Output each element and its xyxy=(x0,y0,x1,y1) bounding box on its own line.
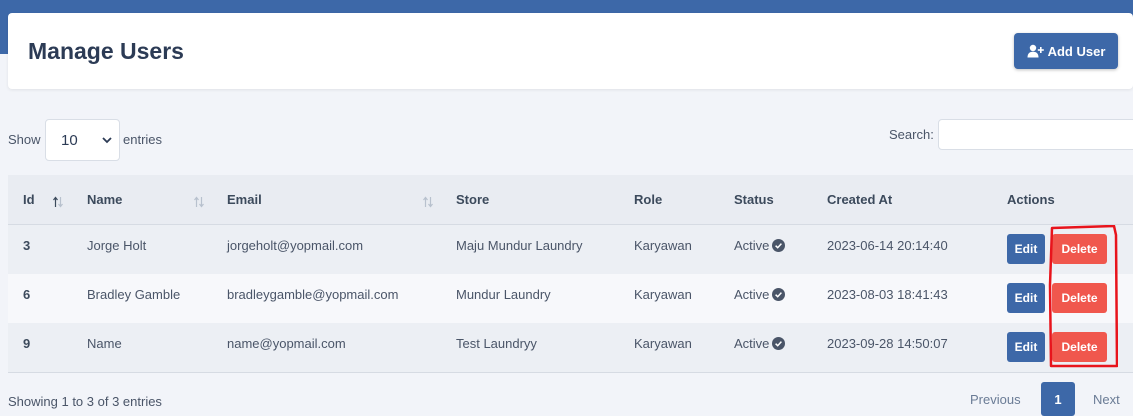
cell-store: Mundur Laundry xyxy=(456,287,551,302)
check-circle-icon xyxy=(772,337,786,350)
search-input[interactable] xyxy=(938,119,1133,150)
cell-status: Active xyxy=(734,287,786,302)
add-user-button-label: Add User xyxy=(1047,43,1106,59)
column-header-role: Role xyxy=(634,192,663,207)
edit-button[interactable]: Edit xyxy=(1007,234,1045,264)
cell-email: bradleygamble@yopmail.com xyxy=(227,287,399,302)
cell-id: 6 xyxy=(23,287,31,302)
table-row: 6 Bradley Gamble bradleygamble@yopmail.c… xyxy=(8,274,1133,323)
cell-name: Jorge Holt xyxy=(87,238,147,253)
chevron-down-icon xyxy=(102,137,112,144)
search-label: Search: xyxy=(889,127,934,142)
cell-role: Karyawan xyxy=(634,238,692,253)
cell-id: 9 xyxy=(23,336,31,351)
pagination-previous[interactable]: Previous xyxy=(970,392,1021,407)
check-circle-icon xyxy=(772,288,786,301)
add-user-button[interactable]: Add User xyxy=(1014,33,1118,69)
cell-role: Karyawan xyxy=(634,336,692,351)
cell-role: Karyawan xyxy=(634,287,692,302)
cell-name: Bradley Gamble xyxy=(87,287,181,302)
column-header-status: Status xyxy=(734,192,774,207)
page-header: Manage Users Add User xyxy=(8,13,1133,89)
cell-store: Test Laundryy xyxy=(456,336,537,351)
users-table: Id Name Email Store Role Status Created … xyxy=(8,175,1133,373)
cell-created-at: 2023-08-03 18:41:43 xyxy=(827,287,948,302)
cell-status: Active xyxy=(734,238,786,253)
sort-asc-icon[interactable] xyxy=(52,196,64,208)
column-header-store: Store xyxy=(456,192,490,207)
table-row: 9 Name name@yopmail.com Test Laundryy Ka… xyxy=(8,323,1133,372)
cell-email: name@yopmail.com xyxy=(227,336,346,351)
show-label: Show xyxy=(8,132,41,147)
status-text: Active xyxy=(734,287,770,302)
pagination-page-1[interactable]: 1 xyxy=(1041,382,1075,416)
cell-created-at: 2023-06-14 20:14:40 xyxy=(827,238,948,253)
status-text: Active xyxy=(734,238,770,253)
entries-label: entries xyxy=(123,132,163,147)
sort-icon[interactable] xyxy=(193,196,205,208)
table-row: 3 Jorge Holt jorgeholt@yopmail.com Maju … xyxy=(8,225,1133,274)
column-header-email[interactable]: Email xyxy=(227,192,262,207)
cell-id: 3 xyxy=(23,238,31,253)
entries-select-value: 10 xyxy=(61,131,78,149)
column-header-actions: Actions xyxy=(1007,192,1055,207)
edit-button[interactable]: Edit xyxy=(1007,283,1045,313)
table-info: Showing 1 to 3 of 3 entries xyxy=(8,394,162,409)
status-text: Active xyxy=(734,336,770,351)
delete-button[interactable]: Delete xyxy=(1052,283,1107,313)
page-title: Manage Users xyxy=(28,38,184,64)
column-header-created-at: Created At xyxy=(827,192,893,207)
cell-store: Maju Mundur Laundry xyxy=(456,238,583,253)
user-plus-icon xyxy=(1027,44,1044,58)
check-circle-icon xyxy=(772,239,786,252)
delete-button[interactable]: Delete xyxy=(1052,332,1107,362)
edit-button[interactable]: Edit xyxy=(1007,332,1045,362)
pagination-next[interactable]: Next xyxy=(1093,392,1120,407)
column-header-id[interactable]: Id xyxy=(23,192,35,207)
table-header: Id Name Email Store Role Status Created … xyxy=(8,175,1133,225)
cell-name: Name xyxy=(87,336,122,351)
sort-icon[interactable] xyxy=(422,196,434,208)
table-divider xyxy=(8,372,1133,373)
cell-created-at: 2023-09-28 14:50:07 xyxy=(827,336,948,351)
entries-select[interactable]: 10 xyxy=(45,119,120,161)
cell-email: jorgeholt@yopmail.com xyxy=(227,238,364,253)
delete-button[interactable]: Delete xyxy=(1052,234,1107,264)
cell-status: Active xyxy=(734,336,786,351)
column-header-name[interactable]: Name xyxy=(87,192,122,207)
